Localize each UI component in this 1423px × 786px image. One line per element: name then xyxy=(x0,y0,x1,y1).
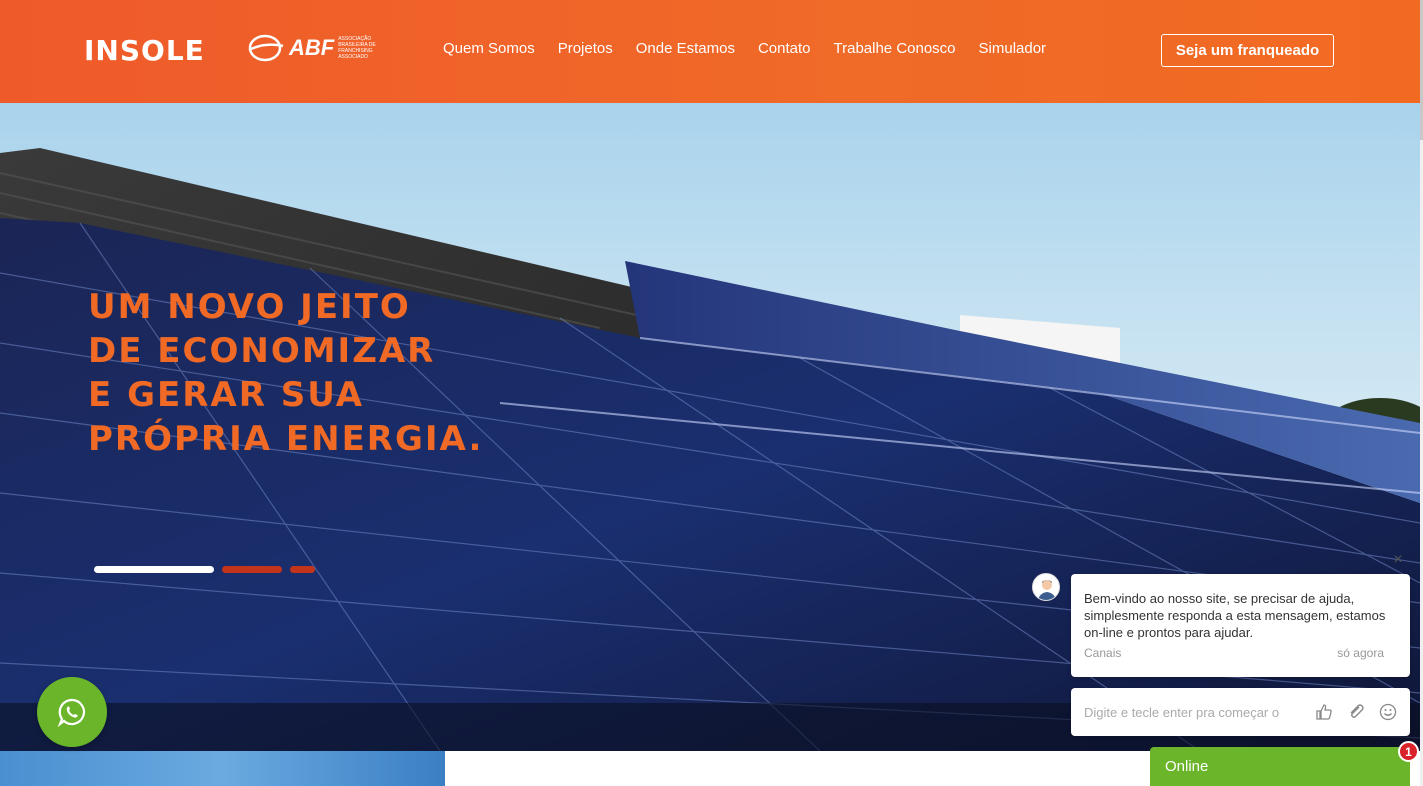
hero-headline: UM NOVO JEITO DE ECONOMIZAR E GERAR SUA … xyxy=(88,285,483,461)
paperclip-icon[interactable] xyxy=(1345,701,1367,723)
thumbs-up-icon[interactable] xyxy=(1313,701,1335,723)
slider-dot-3[interactable] xyxy=(290,566,315,573)
chat-online-bar[interactable]: Online xyxy=(1150,747,1410,786)
slider-indicators xyxy=(94,566,315,573)
abf-text: ABF xyxy=(289,35,335,60)
chat-message-bubble: Bem-vindo ao nosso site, se precisar de … xyxy=(1071,574,1410,677)
section-image-preview xyxy=(0,751,445,786)
nav-projetos[interactable]: Projetos xyxy=(558,40,613,57)
slider-dot-1[interactable] xyxy=(94,566,214,573)
logo-text: INSOLE xyxy=(84,33,205,67)
nav-onde-estamos[interactable]: Onde Estamos xyxy=(636,40,735,57)
nav-trabalhe-conosco[interactable]: Trabalhe Conosco xyxy=(834,40,956,57)
page: INSOLE ABF ASSOCIAÇÃO BRASILEIRA DE FRAN… xyxy=(0,0,1423,786)
whatsapp-icon xyxy=(57,698,86,727)
chat-close-icon[interactable]: × xyxy=(1389,551,1407,569)
abf-subtext: ASSOCIAÇÃO BRASILEIRA DE FRANCHISING ASS… xyxy=(338,36,376,60)
site-header: INSOLE ABF ASSOCIAÇÃO BRASILEIRA DE FRAN… xyxy=(0,0,1420,103)
main-nav: Quem Somos Projetos Onde Estamos Contato… xyxy=(443,40,1046,57)
abf-globe-icon xyxy=(248,34,284,62)
headline-line: UM NOVO JEITO xyxy=(88,287,411,327)
chat-actions xyxy=(1313,701,1399,723)
headline-line: PRÓPRIA ENERGIA. xyxy=(88,419,484,459)
abf-subtext-line: ASSOCIAÇÃO BRASILEIRA DE FRANCHISING xyxy=(338,36,376,54)
slider-dot-2[interactable] xyxy=(222,566,282,573)
headline-line: E GERAR SUA xyxy=(88,375,365,415)
abf-logo: ABF ASSOCIAÇÃO BRASILEIRA DE FRANCHISING… xyxy=(247,32,376,64)
abf-associado: ASSOCIADO xyxy=(338,54,368,60)
nav-contato[interactable]: Contato xyxy=(758,40,811,57)
whatsapp-button[interactable] xyxy=(37,677,107,747)
nav-quem-somos[interactable]: Quem Somos xyxy=(443,40,535,57)
chat-message-text: Bem-vindo ao nosso site, se precisar de … xyxy=(1084,591,1386,640)
chat-sender: Canais xyxy=(1084,646,1122,660)
chat-input-box xyxy=(1071,688,1410,736)
chat-message-meta: Canais só agora xyxy=(1084,646,1384,660)
unread-badge: 1 xyxy=(1398,741,1419,762)
franqueado-button[interactable]: Seja um franqueado xyxy=(1161,34,1334,67)
chat-input[interactable] xyxy=(1084,704,1304,720)
nav-simulador[interactable]: Simulador xyxy=(979,40,1047,57)
smiley-icon[interactable] xyxy=(1377,701,1399,723)
headline-line: DE ECONOMIZAR xyxy=(88,331,436,371)
chat-time: só agora xyxy=(1337,646,1384,660)
avatar-icon xyxy=(1032,573,1060,601)
insole-logo[interactable]: INSOLE xyxy=(84,32,205,68)
